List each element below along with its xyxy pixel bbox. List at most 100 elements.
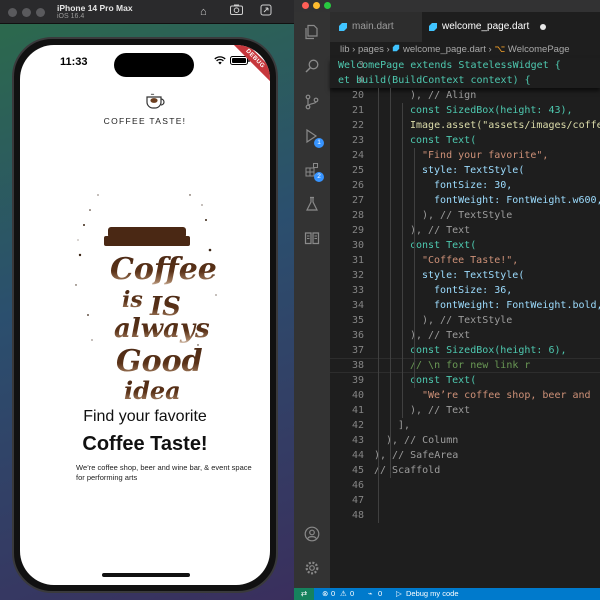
documentation-icon[interactable] [303,230,321,248]
breadcrumb-folder[interactable]: lib [340,44,350,55]
line-number[interactable]: 46 [330,478,364,493]
code-line[interactable]: 27 fontWeight: FontWeight.w600, [330,193,600,208]
line-number[interactable]: 35 [330,313,364,328]
line-number[interactable]: 24 [330,148,364,163]
code-line[interactable]: 4 et build(BuildContext context) { [330,73,600,88]
code-line[interactable]: 3 WelcomePage extends StatelessWidget { [330,58,600,73]
code-text: fontSize: 36, [434,285,513,296]
home-button-icon[interactable]: ⌂ [200,4,207,20]
line-number[interactable]: 37 [330,343,364,358]
code-line[interactable]: 22 Image.asset("assets/images/coffee [330,118,600,133]
line-number[interactable]: 26 [330,178,364,193]
line-number[interactable]: 28 [330,208,364,223]
code-line[interactable]: 25 style: TextStyle( [330,163,600,178]
code-line[interactable]: 46 [330,478,600,493]
line-number[interactable]: 44 [330,448,364,463]
minimize-window-icon[interactable] [22,8,31,17]
home-indicator[interactable] [102,573,190,577]
line-number[interactable]: 34 [330,298,364,313]
line-number[interactable]: 41 [330,403,364,418]
errors-count[interactable]: 0 [331,588,335,600]
remote-indicator-icon[interactable]: ⇄ [294,588,314,600]
tab-main-dart[interactable]: main.dart [330,12,422,42]
code-line[interactable]: 28 ), // TextStyle [330,208,600,223]
line-number[interactable]: 20 [330,88,364,103]
breadcrumb-folder[interactable]: pages [358,44,384,55]
code-line[interactable]: 21 const SizedBox(height: 43), [330,103,600,118]
line-number[interactable]: 38 [330,358,364,373]
svg-text:always: always [114,314,210,344]
ports-icon[interactable]: ⌁ [368,588,373,600]
line-number[interactable]: 29 [330,223,364,238]
line-number[interactable]: 25 [330,163,364,178]
code-line[interactable]: 37 const SizedBox(height: 6), [330,343,600,358]
debug-target[interactable]: Debug my code [406,588,459,600]
zoom-window-icon[interactable] [36,8,45,17]
line-number[interactable]: 36 [330,328,364,343]
code-line[interactable]: 39 const Text( [330,373,600,388]
vscode-window: 1 2 main.dart welcome_page.dart lib › pa… [294,0,600,600]
warnings-count[interactable]: 0 [350,588,354,600]
manage-gear-icon[interactable] [303,560,321,578]
line-number[interactable]: 23 [330,133,364,148]
search-icon[interactable] [303,58,321,76]
phone-frame: 11:33 DEBUG COFFEE TASTE! Coffee is IS a… [12,37,278,593]
code-editor[interactable]: 20), // Align 21 const SizedBox(height: 43… [330,88,600,588]
line-number[interactable]: 45 [330,463,364,478]
line-number[interactable]: 30 [330,238,364,253]
line-number[interactable]: 31 [330,253,364,268]
errors-icon[interactable]: ⊗ [322,588,328,600]
line-number[interactable]: 39 [330,373,364,388]
code-line[interactable]: 36), // Text [330,328,600,343]
code-line[interactable]: 47 [330,493,600,508]
code-line[interactable]: 33 fontSize: 36, [330,283,600,298]
code-line[interactable]: 24 "Find your favorite", [330,148,600,163]
code-line[interactable]: 30 const Text( [330,238,600,253]
code-text: ), // TextStyle [422,210,513,221]
close-window-icon[interactable] [8,8,17,17]
line-number[interactable]: 40 [330,388,364,403]
line-number[interactable]: 33 [330,283,364,298]
source-control-icon[interactable] [303,94,321,112]
code-line[interactable]: 34 fontWeight: FontWeight.bold, [330,298,600,313]
zoom-window-icon[interactable] [324,2,331,9]
explorer-icon[interactable] [303,24,321,42]
tab-welcome-page-dart[interactable]: welcome_page.dart [422,12,600,42]
code-line[interactable]: 44), // SafeArea [330,448,600,463]
breadcrumb-file[interactable]: welcome_page.dart [403,44,486,55]
code-line[interactable]: 26 fontSize: 30, [330,178,600,193]
breadcrumb-symbol[interactable]: WelcomePage [508,44,570,55]
account-icon[interactable] [303,526,321,544]
code-line[interactable]: 20), // Align [330,88,600,103]
screenshot-icon[interactable] [230,4,243,20]
close-window-icon[interactable] [302,2,309,9]
testing-icon[interactable] [303,196,321,214]
ports-count[interactable]: 0 [378,588,382,600]
code-line[interactable]: 32 style: TextStyle( [330,268,600,283]
code-line[interactable]: 43), // Column [330,433,600,448]
headline-find-your-favorite: Find your favorite [83,408,207,425]
line-number[interactable]: 22 [330,118,364,133]
line-number[interactable]: 48 [330,508,364,523]
rotate-device-icon[interactable] [260,4,272,21]
code-line[interactable]: 48 [330,508,600,523]
code-line[interactable]: 41), // Text [330,403,600,418]
code-line[interactable]: 42], [330,418,600,433]
code-line[interactable]: 31 "Coffee Taste!", [330,253,600,268]
code-line[interactable]: 40 "We’re coffee shop, beer and [330,388,600,403]
code-line[interactable]: 45 // Scaffold [330,463,600,478]
code-line[interactable]: 29), // Text [330,223,600,238]
line-number[interactable]: 21 [330,103,364,118]
code-line[interactable]: 23 const Text( [330,133,600,148]
code-line[interactable]: 38 // \n for new link r [330,358,600,373]
unsaved-dot-icon[interactable] [540,24,546,30]
warnings-icon[interactable]: ⚠ [340,588,347,600]
debug-icon[interactable]: ▷ [396,588,402,600]
line-number[interactable]: 42 [330,418,364,433]
line-number[interactable]: 47 [330,493,364,508]
line-number[interactable]: 27 [330,193,364,208]
line-number[interactable]: 43 [330,433,364,448]
line-number[interactable]: 32 [330,268,364,283]
code-line[interactable]: 35), // TextStyle [330,313,600,328]
minimize-window-icon[interactable] [313,2,320,9]
